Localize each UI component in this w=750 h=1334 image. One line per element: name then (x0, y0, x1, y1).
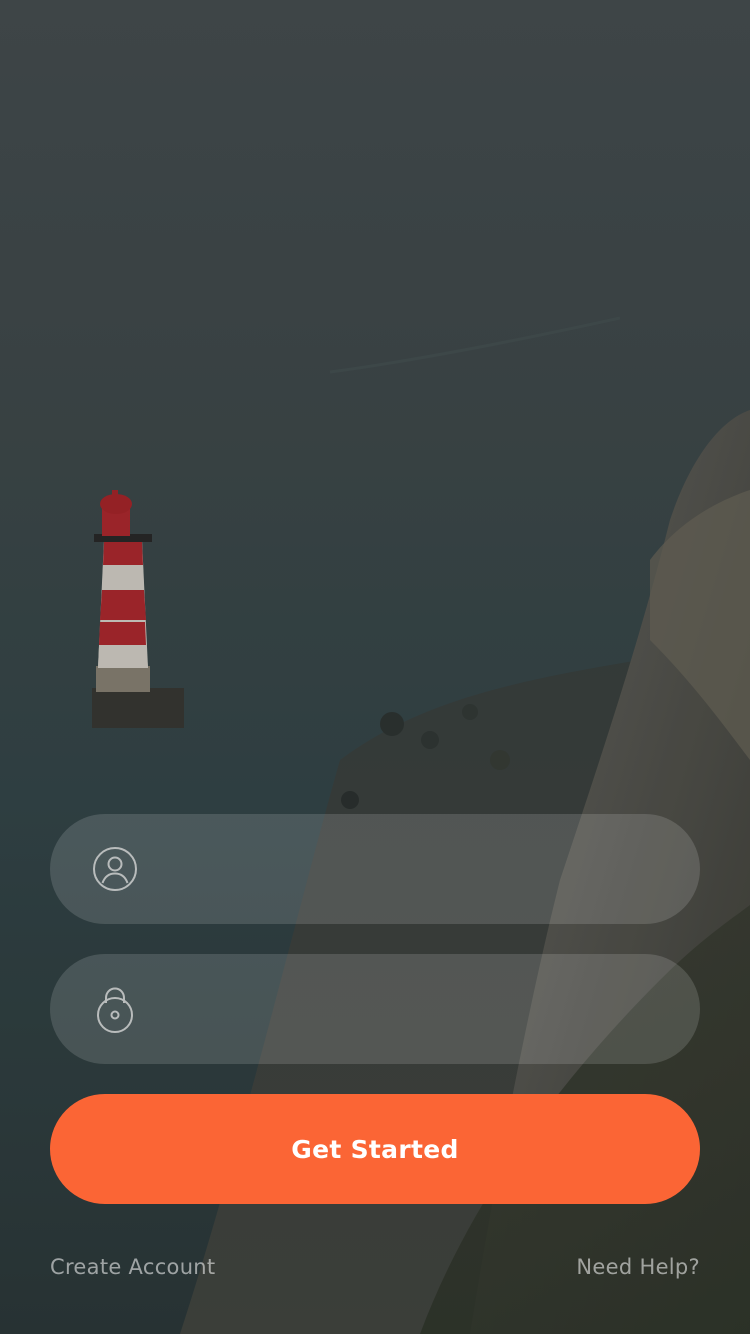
password-field[interactable] (50, 954, 700, 1064)
password-input[interactable] (170, 954, 660, 1064)
login-screen: Get Started Create Account Need Help? (0, 0, 750, 1334)
get-started-button[interactable]: Get Started (50, 1094, 700, 1204)
username-input[interactable] (170, 814, 660, 924)
username-field[interactable] (50, 814, 700, 924)
user-icon (93, 847, 137, 891)
lock-icon (97, 987, 133, 1033)
need-help-link[interactable]: Need Help? (576, 1254, 700, 1280)
create-account-link[interactable]: Create Account (50, 1254, 215, 1280)
